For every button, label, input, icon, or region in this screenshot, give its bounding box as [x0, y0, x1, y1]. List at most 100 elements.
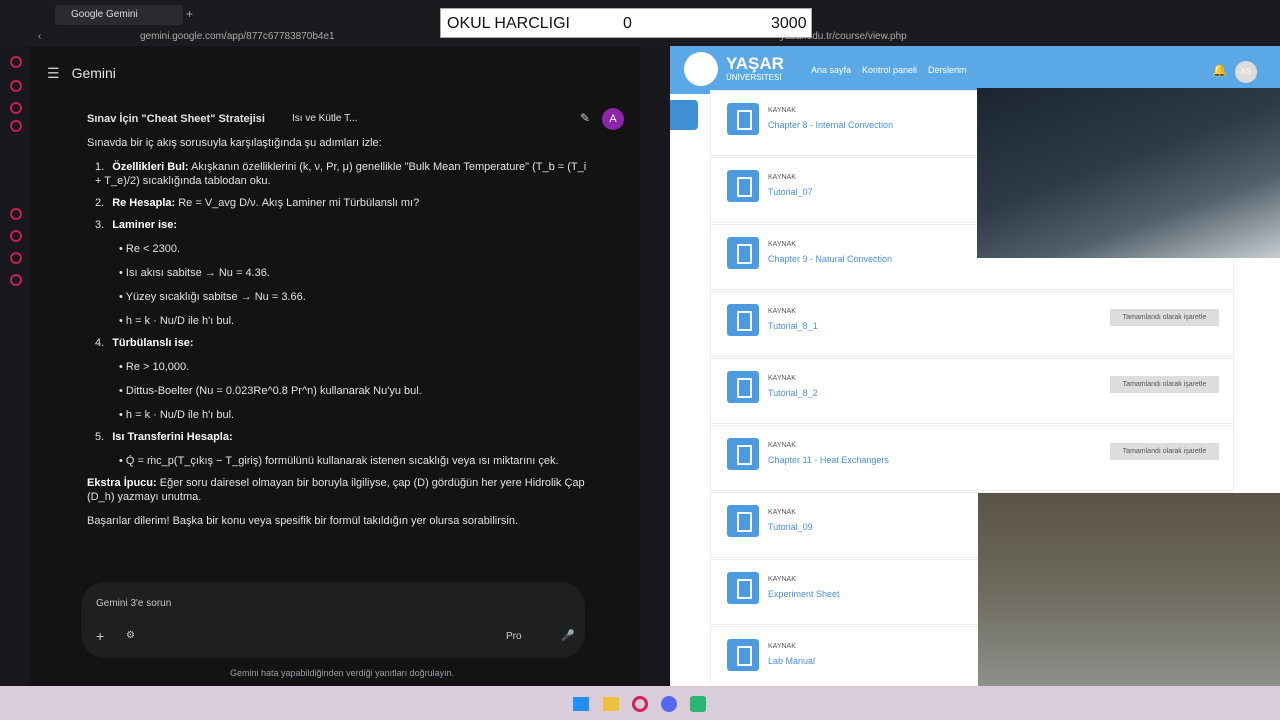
- activity-link[interactable]: Chapter 11 - Heat Exchangers: [768, 455, 889, 465]
- sidebar-icon[interactable]: [10, 80, 22, 92]
- file-icon[interactable]: [727, 371, 759, 403]
- activity-kind: KAYNAK: [768, 509, 796, 516]
- bullet-item: • Re < 2300.: [119, 243, 181, 255]
- yasar-logo-icon[interactable]: [684, 52, 718, 86]
- prompt-box[interactable]: Gemini 3'e sorun + ⚙ Pro 🎤: [81, 582, 585, 658]
- mark-done-button[interactable]: Tamamlandı olarak işaretle: [1110, 309, 1219, 326]
- mark-done-button[interactable]: Tamamlandı olarak işaretle: [1110, 376, 1219, 393]
- tip-title: Ekstra İpucu:: [87, 477, 157, 489]
- mark-done-button[interactable]: Tamamlandı olarak işaretle: [1110, 443, 1219, 460]
- sidebar-icon[interactable]: [10, 252, 22, 264]
- answer-heading: Sınav İçin "Cheat Sheet" Stratejisi: [87, 113, 265, 125]
- opera-sidebar: [0, 46, 30, 686]
- avatar[interactable]: A: [602, 108, 624, 130]
- app-title: Gemini: [71, 65, 116, 81]
- discord-icon[interactable]: [661, 696, 677, 712]
- nav-home[interactable]: Ana sayfa: [811, 65, 851, 75]
- sidebar-icon[interactable]: [10, 120, 22, 132]
- webcam-overlay: [978, 493, 1280, 686]
- menu-icon[interactable]: ☰: [47, 65, 60, 82]
- tab-gemini[interactable]: Google Gemini: [55, 5, 183, 25]
- step-item: 2. Re Hesapla: Re = V_avg D/ν. Akış Lamin…: [95, 196, 587, 210]
- sidebar-icon[interactable]: [10, 274, 22, 286]
- step-title: Re Hesapla:: [112, 197, 176, 209]
- activity-link[interactable]: Tutorial_09: [768, 522, 813, 532]
- activity-kind: KAYNAK: [768, 375, 796, 382]
- file-icon[interactable]: [727, 304, 759, 336]
- file-icon[interactable]: [727, 572, 759, 604]
- new-tab-icon[interactable]: +: [186, 7, 193, 21]
- course-index-button[interactable]: [670, 100, 698, 130]
- windows-start-icon[interactable]: [573, 697, 589, 711]
- step-title: Laminer ise:: [112, 219, 177, 231]
- moodle-navbar: YAŞAR ÜNİVERSİTESİ Ana sayfa Kontrol pan…: [670, 46, 1280, 94]
- step-number: 5.: [95, 431, 105, 443]
- file-icon[interactable]: [727, 237, 759, 269]
- closing-text: Başarılar dilerim! Başka bir konu veya s…: [87, 515, 518, 527]
- nav-courses[interactable]: Derslerim: [928, 65, 967, 75]
- bullet-item: • Isı akısı sabitse → Nu = 4.36.: [119, 267, 270, 279]
- step-text: Re = V_avg D/ν. Akış Laminer mi Türbülan…: [178, 197, 420, 209]
- activity-row[interactable]: KAYNAK Chapter 11 - Heat Exchangers Tamam…: [710, 425, 1234, 491]
- activity-link[interactable]: Chapter 8 - Internal Convection: [768, 120, 893, 130]
- activity-kind: KAYNAK: [768, 643, 796, 650]
- bullet-item: • h = k · Nu/D ile h'ı bul.: [119, 409, 235, 421]
- activity-kind: KAYNAK: [768, 241, 796, 248]
- activity-kind: KAYNAK: [768, 576, 796, 583]
- disclaimer: Gemini hata yapabildiğinden verdiği yanı…: [230, 668, 455, 678]
- brand-name: YAŞAR: [726, 54, 784, 73]
- activity-kind: KAYNAK: [768, 442, 796, 449]
- score-value: 0: [623, 15, 632, 32]
- taskbar: [0, 686, 1280, 720]
- bullet-text: Dittus-Boelter (Nu = 0.023Re^0.8 Pr^n) k…: [125, 385, 422, 397]
- bullet-text: h = k · Nu/D ile h'ı bul.: [125, 409, 235, 421]
- file-icon[interactable]: [727, 438, 759, 470]
- sidebar-icon[interactable]: [10, 102, 22, 114]
- back-icon[interactable]: ‹: [38, 28, 41, 46]
- sidebar-icon[interactable]: [10, 230, 22, 242]
- mode-select[interactable]: Pro: [506, 631, 522, 642]
- activity-link[interactable]: Tutorial_8_2: [768, 388, 818, 398]
- step-number: 3.: [95, 219, 105, 231]
- bullet-text: h = k · Nu/D ile h'ı bul.: [125, 315, 235, 327]
- app-icon[interactable]: [690, 696, 706, 712]
- bullet-item: • h = k · Nu/D ile h'ı bul.: [119, 315, 235, 327]
- score-overlay: OKUL HARCLIGI 0 3000: [440, 8, 812, 38]
- activity-link[interactable]: Tutorial_8_1: [768, 321, 818, 331]
- sidebar-icon[interactable]: [10, 208, 22, 220]
- activity-link[interactable]: Tutorial_07: [768, 187, 813, 197]
- nav-dashboard[interactable]: Kontrol paneli: [862, 65, 917, 75]
- tools-icon[interactable]: ⚙: [126, 630, 135, 641]
- file-explorer-icon[interactable]: [603, 697, 619, 711]
- activity-row[interactable]: KAYNAK Tutorial_8_1 Tamamlandı olarak işa…: [710, 291, 1234, 357]
- file-icon[interactable]: [727, 505, 759, 537]
- bullet-text: Yüzey sıcaklığı sabitse → Nu = 3.66.: [125, 291, 306, 303]
- right-opera-sidebar: [640, 46, 670, 686]
- activity-link[interactable]: Chapter 9 - Natural Convection: [768, 254, 892, 264]
- step-item: 5. Isı Transferini Hesapla: • Q̇ = ṁc_p(T…: [95, 430, 587, 468]
- gemini-header: ☰ Gemini Isı ve Kütle T... ✎ A: [30, 46, 640, 130]
- step-number: 4.: [95, 337, 105, 349]
- bullet-text: Isı akısı sabitse → Nu = 4.36.: [125, 267, 270, 279]
- activity-link[interactable]: Lab Manual: [768, 656, 815, 666]
- file-icon[interactable]: [727, 170, 759, 202]
- url-text[interactable]: gemini.google.com/app/877c67783870b4e1: [140, 28, 335, 46]
- mic-icon[interactable]: 🎤: [561, 629, 575, 642]
- tip-paragraph: Ekstra İpucu: Eğer soru dairesel olmayan…: [87, 476, 587, 504]
- opera-gx-icon[interactable]: [632, 696, 648, 712]
- step-item: 1. Özellikleri Bul: Akışkanın özellikleri…: [95, 160, 587, 188]
- step-number: 2.: [95, 197, 105, 209]
- sidebar-icon[interactable]: [10, 56, 22, 68]
- add-icon[interactable]: +: [96, 628, 104, 644]
- bell-icon[interactable]: 🔔: [1212, 63, 1227, 77]
- activity-row[interactable]: KAYNAK Tutorial_8_2 Tamamlandı olarak işa…: [710, 358, 1234, 424]
- step-item: 3. Laminer ise: • Re < 2300. • Isı akısı s…: [95, 218, 587, 328]
- prompt-input[interactable]: Gemini 3'e sorun: [96, 598, 171, 609]
- file-icon[interactable]: [727, 639, 759, 671]
- tip-text: Eğer soru dairesel olmayan bir boruyla i…: [87, 477, 585, 503]
- activity-link[interactable]: Experiment Sheet: [768, 589, 840, 599]
- step-bullets: • Re > 10,000. • Dittus-Boelter (Nu = 0.0…: [95, 360, 587, 422]
- file-icon[interactable]: [727, 103, 759, 135]
- brand-sub: ÜNİVERSİTESİ: [726, 73, 782, 82]
- user-avatar[interactable]: AS: [1235, 61, 1257, 83]
